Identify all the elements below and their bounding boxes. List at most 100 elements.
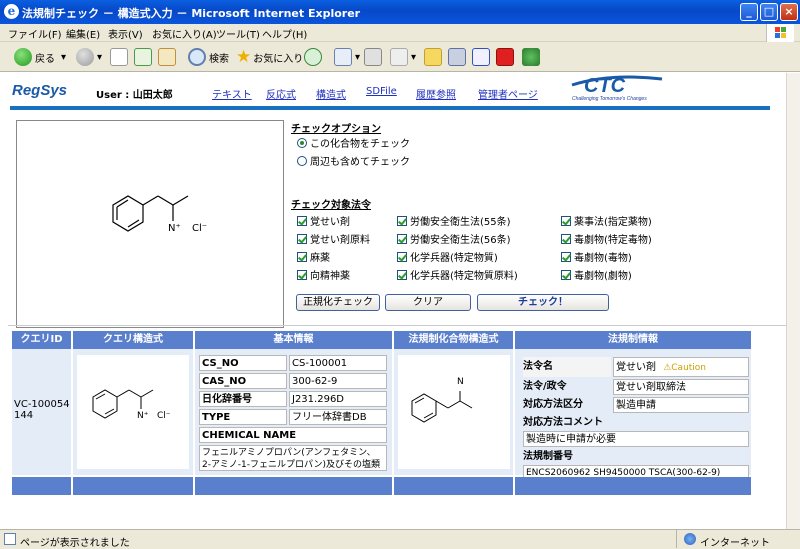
regulated-structure-thumb: N [398, 355, 510, 469]
close-button[interactable]: × [780, 3, 798, 21]
back-button[interactable]: 戻る ▾ [14, 46, 66, 68]
minimize-button[interactable]: _ [740, 3, 758, 21]
menu-file[interactable]: ファイル(F) [8, 26, 62, 41]
status-text: ページが表示されました [20, 538, 130, 549]
home-button[interactable] [158, 46, 179, 68]
law-checkbox[interactable] [561, 251, 571, 262]
law-occupational-55[interactable]: 労働安全衛生法(55条) [397, 213, 511, 228]
query-structure-cell: N⁺ Cl⁻ [73, 349, 194, 475]
window-title: 法規制チェック － 構造式入力 － Microsoft Internet Exp… [22, 7, 361, 20]
caution-badge: ⚠Caution [663, 363, 707, 373]
refresh-button[interactable] [134, 46, 155, 68]
csno-label: CS_NO [199, 355, 287, 371]
table-footer [515, 477, 752, 495]
law-checkbox[interactable] [297, 215, 307, 226]
normalize-check-button[interactable]: 正規化チェック [296, 294, 380, 311]
law-checkbox[interactable] [561, 233, 571, 244]
law-poison[interactable]: 毒劇物(毒物) [561, 249, 632, 264]
print-button[interactable] [364, 46, 385, 68]
folder-button[interactable] [424, 46, 445, 68]
vertical-scrollbar[interactable] [786, 73, 800, 529]
nav-admin[interactable]: 管理者ページ [478, 86, 538, 101]
structure-editor[interactable]: N⁺ Cl⁻ [16, 120, 284, 328]
nav-reaction[interactable]: 反応式 [266, 86, 296, 101]
law-checkbox[interactable] [297, 269, 307, 280]
law-pharma-designated[interactable]: 薬事法(指定薬物) [561, 213, 652, 228]
search-label: 検索 [209, 53, 229, 65]
nav-sdfile[interactable]: SDFile [366, 86, 397, 97]
law-narcotics[interactable]: 麻薬 [297, 249, 330, 264]
law-occupational-56[interactable]: 労働安全衛生法(56条) [397, 231, 511, 246]
option-this-compound-label: この化合物をチェック [310, 139, 410, 150]
law-label: 労働安全衛生法(56条) [410, 235, 511, 246]
favorites-label: お気に入り [253, 53, 304, 65]
option-this-compound[interactable]: この化合物をチェック [297, 135, 410, 150]
law-checkbox[interactable] [297, 233, 307, 244]
law-chemweapon-specific[interactable]: 化学兵器(特定物質) [397, 249, 498, 264]
law-label: 覚せい剤原料 [310, 235, 370, 246]
menu-view[interactable]: 表示(V) [108, 26, 143, 41]
csno-value: CS-100001 [289, 355, 387, 371]
table-footer [195, 477, 393, 495]
law-checkbox[interactable] [397, 233, 407, 244]
law-checkbox[interactable] [397, 251, 407, 262]
stop-button[interactable] [110, 46, 131, 68]
clear-button[interactable]: クリア [385, 294, 471, 311]
status-bar: ページが表示されました インターネット [0, 529, 800, 549]
ctc-logo: CTC Challenging Tomorrow's Changes [570, 75, 670, 105]
menu-help[interactable]: ヘルプ(H) [262, 26, 307, 41]
law-poison-specific[interactable]: 毒劇物(特定毒物) [561, 231, 652, 246]
option-include-neighbors[interactable]: 周辺も含めてチェック [297, 153, 410, 168]
menu-favorites[interactable]: お気に入り(A) [152, 26, 217, 41]
research-button[interactable] [448, 46, 469, 68]
law-label: 麻薬 [310, 253, 330, 264]
table-footer [73, 477, 194, 495]
folder-icon [424, 48, 442, 66]
law-checkbox[interactable] [397, 269, 407, 280]
windows-logo-icon [766, 24, 794, 42]
law-deleterious[interactable]: 毒劇物(劇物) [561, 267, 632, 282]
mail-button[interactable]: ▾ [334, 46, 360, 68]
edit-icon [390, 48, 408, 66]
law-psychotropic[interactable]: 向精神薬 [297, 267, 350, 282]
menu-tools[interactable]: ツール(T) [216, 26, 260, 41]
option-include-neighbors-label: 周辺も含めてチェック [310, 157, 410, 168]
edit-button[interactable]: ▾ [390, 46, 416, 68]
thumb-cl-label: Cl⁻ [157, 411, 171, 421]
menu-edit[interactable]: 編集(E) [66, 26, 100, 41]
law-label: 毒劇物(特定毒物) [574, 235, 652, 246]
toolbar: 戻る ▾ ▾ 検索 ★ お気に入り ▾ ▾ [0, 42, 800, 72]
radio-this-compound[interactable] [297, 137, 307, 148]
internet-zone-icon [684, 533, 696, 545]
law-checkbox[interactable] [397, 215, 407, 226]
law-stimulant-raw[interactable]: 覚せい剤原料 [297, 231, 370, 246]
maximize-button[interactable]: □ [760, 3, 778, 21]
favorites-button[interactable]: ★ お気に入り [236, 46, 303, 68]
nav-history[interactable]: 履歴参照 [416, 86, 456, 101]
history-button[interactable] [304, 46, 325, 68]
law-chemweapon-raw[interactable]: 化学兵器(特定物質原料) [397, 267, 518, 282]
law-stimulant[interactable]: 覚せい剤 [297, 213, 350, 228]
radio-include-neighbors[interactable] [297, 155, 307, 166]
ctc-logo-text: CTC [584, 75, 626, 97]
law-label: 毒劇物(毒物) [574, 253, 632, 264]
law-label: 化学兵器(特定物質原料) [410, 271, 518, 282]
search-button[interactable]: 検索 [188, 46, 229, 68]
thumb-n-label: N⁺ [137, 411, 149, 421]
nav-text[interactable]: テキスト [212, 86, 252, 101]
status-divider [676, 530, 677, 548]
check-button[interactable]: チェック！ [477, 294, 609, 311]
basic-info-cell: CS_NO CS-100001 CAS_NO 300-62-9 日化辞番号 J2… [195, 349, 393, 475]
forward-button[interactable]: ▾ [76, 46, 102, 68]
law-checkbox[interactable] [561, 215, 571, 226]
law-checkbox[interactable] [297, 251, 307, 262]
caution-text: Caution [671, 363, 707, 373]
window-button[interactable] [472, 46, 493, 68]
messenger-button[interactable] [496, 46, 517, 68]
history-icon [304, 48, 322, 66]
law-order-value: 覚せい剤取締法 [613, 379, 749, 395]
table-footer [12, 477, 72, 495]
users-button[interactable] [522, 46, 543, 68]
nav-structure[interactable]: 構造式 [316, 86, 346, 101]
law-checkbox[interactable] [561, 269, 571, 280]
